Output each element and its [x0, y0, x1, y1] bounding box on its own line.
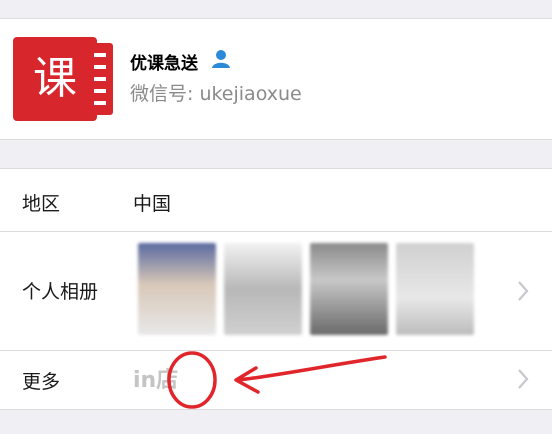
chevron-right-icon: [518, 369, 529, 389]
top-separator: [0, 0, 552, 19]
album-photo: [224, 243, 302, 335]
album-photo: [310, 243, 388, 335]
region-label: 地区: [22, 193, 61, 215]
album-label: 个人相册: [22, 281, 99, 303]
wechat-id: 微信号: ukejiaoxue: [130, 83, 302, 105]
person-verify-icon: [212, 50, 230, 68]
more-label: 更多: [22, 371, 61, 393]
album-photo: [138, 243, 216, 335]
ticket-stub-icon: [87, 43, 113, 115]
album-thumbnails[interactable]: [138, 243, 474, 335]
region-value: 中国: [133, 193, 172, 215]
profile-card[interactable]: 课 优课急送 微信号: ukejiaoxue: [0, 19, 552, 140]
avatar[interactable]: 课: [13, 37, 113, 121]
more-row[interactable]: 更多: [0, 351, 552, 409]
chevron-right-icon: [518, 281, 529, 301]
store-icon[interactable]: in店: [133, 362, 203, 394]
avatar-logo: 课: [13, 37, 97, 121]
profile-name: 优课急送: [130, 54, 198, 74]
album-photo: [396, 243, 474, 335]
region-row: 地区 中国: [0, 169, 552, 231]
info-section: 地区 中国 个人相册 更多: [0, 168, 552, 410]
